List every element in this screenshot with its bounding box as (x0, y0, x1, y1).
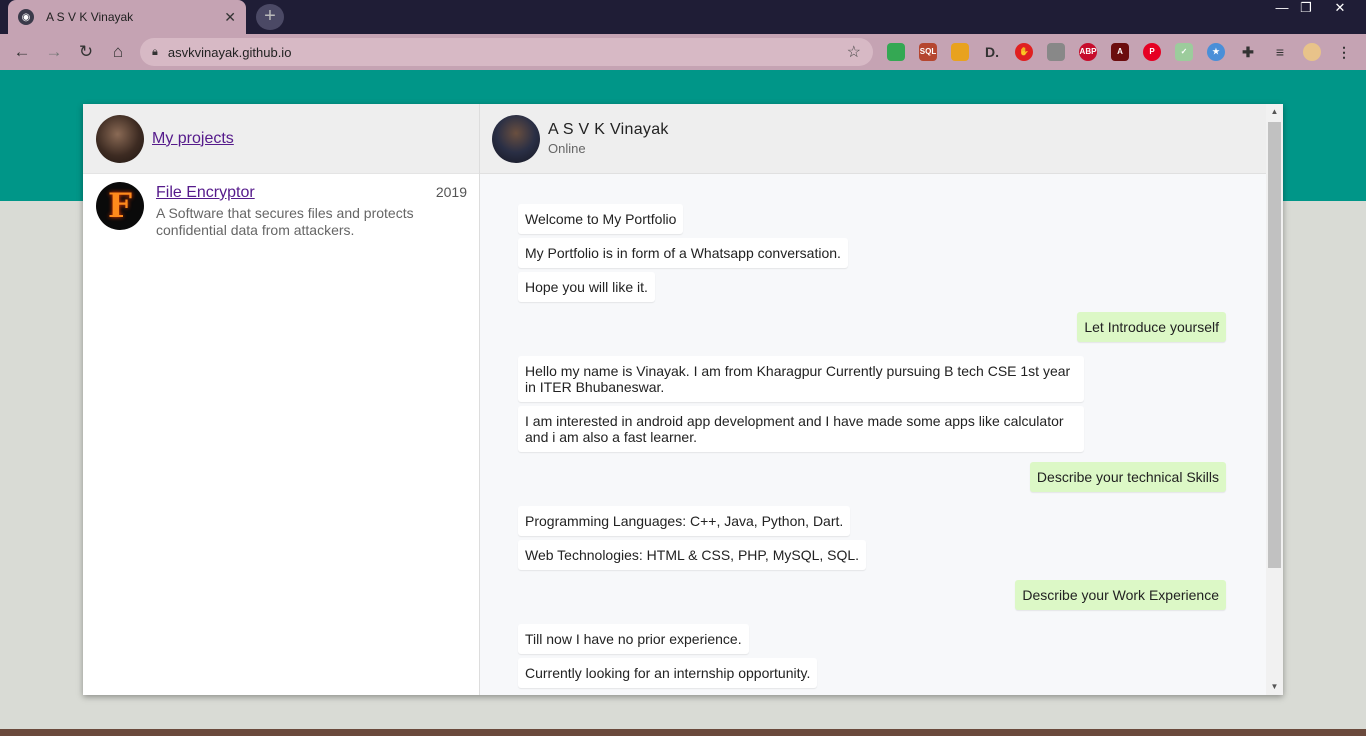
incoming-message-bubble: Welcome to My Portfolio (518, 204, 684, 234)
grey-drive-icon[interactable] (1047, 43, 1065, 61)
outgoing-message-bubble: Let Introduce yourself (1077, 312, 1226, 342)
profile-avatar-icon[interactable] (1303, 43, 1321, 61)
projects-sidebar: My projects F File Encryptor A Software … (83, 104, 480, 695)
checklist-icon[interactable]: ✓ (1175, 43, 1193, 61)
url-text[interactable]: asvkvinayak.github.io (168, 45, 847, 60)
browser-tab-strip: ◉ A S V K Vinayak ✕ + — ❐ ✕ (0, 0, 1366, 34)
restore-button[interactable]: ❐ (1293, 0, 1319, 18)
browser-toolbar: ← → ↻ ⌂ 🔒︎ asvkvinayak.github.io ☆ SQL D.… (0, 34, 1366, 70)
tab-close-icon[interactable]: ✕ (224, 9, 236, 26)
globe-favicon-icon: ◉ (18, 9, 34, 25)
address-bar[interactable]: 🔒︎ asvkvinayak.github.io ☆ (140, 38, 873, 66)
incoming-message-bubble: Till now I have no prior experience. (518, 624, 749, 654)
sidebar-header: My projects (83, 104, 479, 174)
browser-tab[interactable]: ◉ A S V K Vinayak ✕ (8, 0, 246, 34)
project-name-link[interactable]: File Encryptor (156, 184, 426, 202)
color-grid-icon[interactable] (951, 43, 969, 61)
google-drive-icon[interactable] (887, 43, 905, 61)
outgoing-message-bubble: Describe your technical Skills (1029, 462, 1226, 492)
project-list-item[interactable]: F File Encryptor A Software that secures… (83, 174, 479, 246)
incoming-message-bubble: Currently looking for an internship oppo… (518, 658, 818, 688)
outgoing-message-bubble: Describe your Work Experience (1015, 580, 1226, 610)
my-projects-link[interactable]: My projects (152, 130, 234, 148)
os-taskbar (0, 729, 1366, 736)
reading-list-icon[interactable]: ≡ (1271, 43, 1289, 61)
reload-icon[interactable]: ↻ (76, 42, 96, 62)
incoming-message-bubble: My Portfolio is in form of a Whatsapp co… (518, 238, 848, 268)
bookmark-star-icon[interactable]: ☆ (847, 42, 861, 62)
tab-title: A S V K Vinayak (46, 10, 134, 24)
user-avatar (96, 114, 144, 163)
lock-icon: 🔒︎ (152, 45, 158, 58)
incoming-message-bubble: Hello my name is Vinayak. I am from Khar… (518, 356, 1084, 402)
project-year: 2019 (435, 184, 467, 200)
project-avatar: F (96, 182, 144, 230)
chat-panel: A S V K Vinayak Online Welcome to My Por… (480, 104, 1283, 695)
new-tab-button[interactable]: + (256, 4, 284, 30)
adblock-plus-icon[interactable]: ABP (1079, 43, 1097, 61)
sql-extension-icon[interactable]: SQL (919, 43, 937, 61)
star-badge-icon[interactable]: ★ (1207, 43, 1225, 61)
puzzle-extensions-icon[interactable]: ✚ (1239, 43, 1257, 61)
red-hand-icon[interactable]: ✋ (1015, 43, 1033, 61)
window-close-button[interactable]: ✕ (1327, 0, 1353, 18)
pdf-icon[interactable]: A (1111, 43, 1129, 61)
back-arrow-icon[interactable]: ← (12, 42, 32, 62)
contact-avatar (492, 114, 540, 163)
incoming-message-bubble: Hope you will like it. (518, 272, 655, 302)
incoming-message-bubble: Programming Languages: C++, Java, Python… (518, 506, 851, 536)
scroll-thumb[interactable] (1268, 122, 1281, 568)
project-description: A Software that secures files and protec… (156, 205, 414, 238)
chat-header: A S V K Vinayak Online (480, 104, 1266, 174)
chat-scrollbar[interactable]: ▲ ▼ (1266, 104, 1283, 695)
home-icon[interactable]: ⌂ (108, 42, 128, 62)
menu-kebab-icon[interactable]: ⋮ (1335, 43, 1353, 61)
contact-name: A S V K Vinayak (548, 121, 669, 138)
minimize-button[interactable]: — (1269, 0, 1295, 18)
scroll-down-arrow-icon[interactable]: ▼ (1266, 679, 1283, 695)
forward-arrow-icon[interactable]: → (44, 42, 64, 62)
d-extension-icon[interactable]: D. (983, 43, 1001, 61)
scroll-up-arrow-icon[interactable]: ▲ (1266, 104, 1283, 120)
chat-app-window: My projects F File Encryptor A Software … (83, 104, 1283, 695)
incoming-message-bubble: Web Technologies: HTML & CSS, PHP, MySQL… (518, 540, 867, 570)
contact-status: Online (548, 141, 586, 156)
incoming-message-bubble: I am interested in android app developme… (518, 406, 1084, 452)
pinterest-icon[interactable]: P (1143, 43, 1161, 61)
